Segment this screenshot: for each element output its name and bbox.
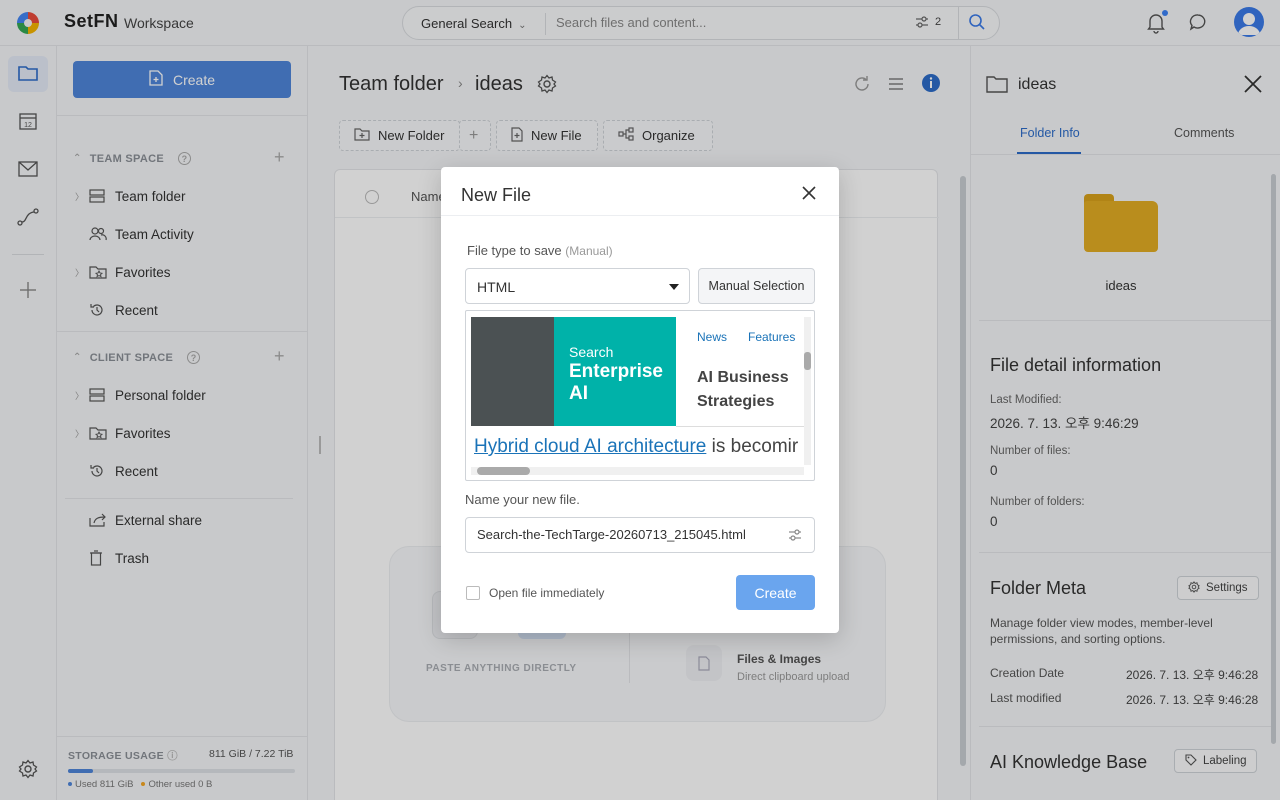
file-name-field	[465, 517, 815, 553]
preview-nav-news: News	[697, 330, 728, 344]
create-file-button[interactable]: Create	[736, 575, 815, 610]
file-type-value: HTML	[477, 279, 516, 295]
dropdown-arrow-icon	[669, 284, 679, 290]
preview-article-rest: is becomir	[706, 436, 799, 457]
file-type-label: File type to save (Manual)	[467, 243, 613, 258]
close-icon[interactable]	[798, 182, 820, 204]
preview-article-text: Hybrid cloud AI architecture is becomir	[474, 436, 798, 458]
preview-brand-line2: Enterprise AI	[569, 361, 663, 404]
preview-article-link: Hybrid cloud AI architecture	[474, 436, 707, 457]
preview-horizontal-scrollbar[interactable]	[471, 467, 804, 475]
divider	[676, 426, 806, 427]
scrollbar-thumb[interactable]	[477, 467, 530, 475]
dialog-title: New File	[461, 185, 532, 205]
preview-brand-block: Search Enterprise AI	[554, 317, 676, 426]
open-immediately-label[interactable]: Open file immediately	[489, 586, 604, 600]
file-preview[interactable]: Search Enterprise AI News Features AI Bu…	[465, 310, 815, 481]
preview-brand-line1: Search	[569, 344, 614, 360]
preview-vertical-scrollbar[interactable]	[804, 317, 811, 465]
preview-image	[471, 317, 554, 426]
preview-nav-features: Features	[748, 330, 796, 344]
file-type-select[interactable]: HTML	[465, 268, 690, 304]
file-type-hint: (Manual)	[565, 244, 613, 258]
divider	[441, 215, 839, 216]
scrollbar-thumb[interactable]	[804, 352, 811, 370]
preview-headline: AI Business Strategies	[697, 369, 789, 410]
open-immediately-checkbox[interactable]	[466, 586, 480, 600]
file-name-input[interactable]	[477, 527, 777, 542]
manual-selection-button[interactable]: Manual Selection	[698, 268, 815, 304]
file-name-label: Name your new file.	[465, 492, 580, 507]
new-file-dialog: New File File type to save (Manual) HTML…	[441, 167, 839, 633]
tune-icon[interactable]	[788, 528, 802, 545]
